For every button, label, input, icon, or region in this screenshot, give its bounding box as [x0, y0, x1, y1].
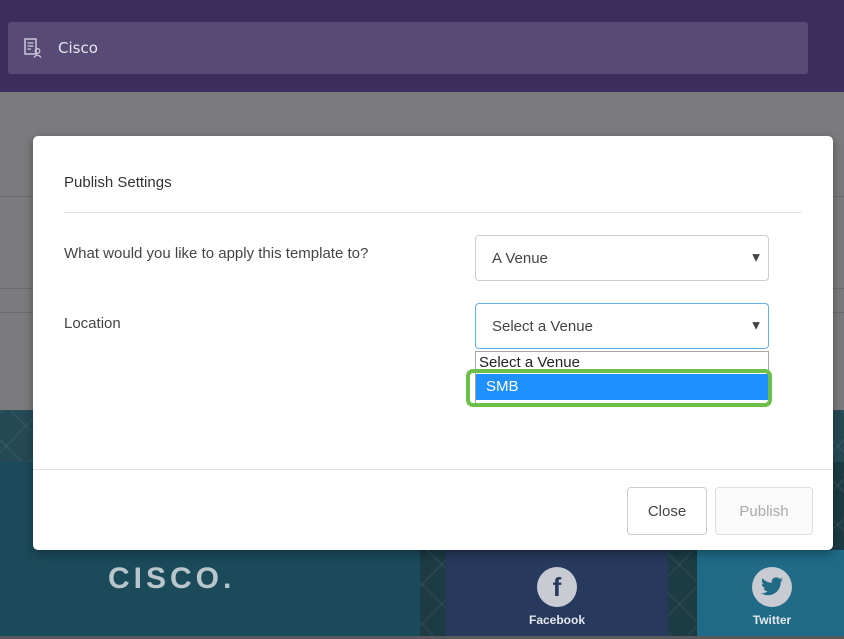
location-value: Select a Venue	[492, 317, 593, 335]
chevron-down-icon: ▼	[752, 320, 760, 332]
directory-user-icon	[24, 38, 42, 58]
cisco-logo: CISCO.	[108, 562, 236, 595]
facebook-label: Facebook	[528, 613, 585, 627]
publish-settings-dialog: Publish Settings What would you like to …	[33, 136, 833, 550]
workspace-title-bar[interactable]: Cisco	[8, 22, 808, 74]
close-button[interactable]: Close	[627, 487, 707, 535]
workspace-title: Cisco	[58, 39, 98, 57]
header-divider	[64, 212, 802, 213]
dialog-title: Publish Settings	[64, 174, 172, 191]
chevron-down-icon: ▼	[752, 252, 760, 264]
apply-template-value: A Venue	[492, 249, 548, 267]
twitter-label: Twitter	[752, 613, 792, 627]
top-bar: Cisco	[0, 0, 844, 92]
facebook-tile[interactable]: f Facebook	[446, 550, 668, 639]
twitter-tile[interactable]: Twitter	[697, 550, 844, 639]
apply-template-select[interactable]: A Venue ▼	[475, 235, 769, 281]
footer-divider	[33, 469, 833, 470]
apply-template-label: What would you like to apply this templa…	[64, 245, 369, 262]
location-select[interactable]: Select a Venue ▼	[475, 303, 769, 349]
facebook-icon: f	[537, 567, 577, 607]
location-label: Location	[64, 315, 121, 332]
option-highlight-ring	[466, 369, 772, 407]
twitter-icon	[752, 567, 792, 607]
publish-button[interactable]: Publish	[715, 487, 813, 535]
